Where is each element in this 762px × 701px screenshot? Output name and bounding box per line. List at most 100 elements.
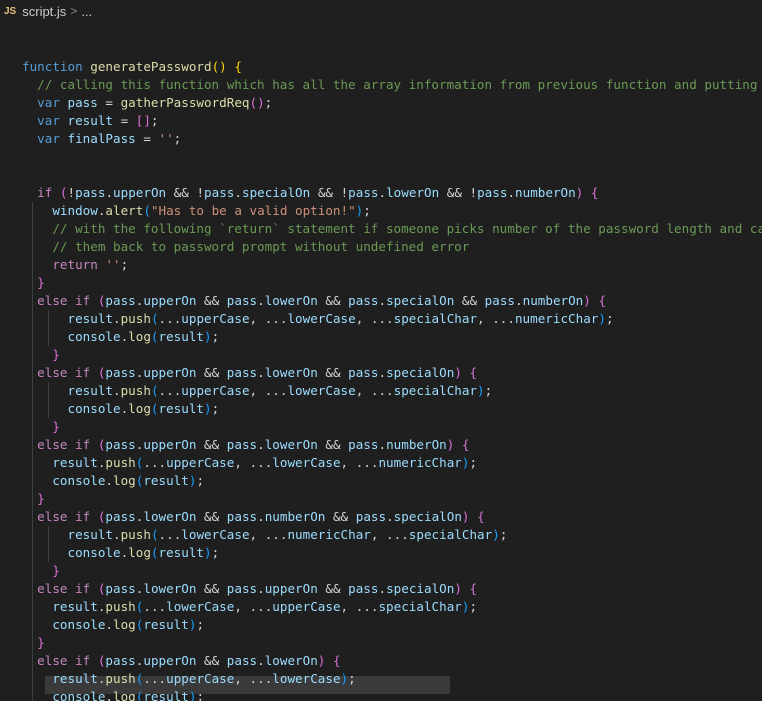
code-token: var xyxy=(22,131,68,146)
code-token: && xyxy=(317,581,349,596)
code-token: ; xyxy=(120,257,129,272)
code-token: ) xyxy=(204,329,212,344)
code-token: () { xyxy=(211,59,242,74)
code-line[interactable]: } xyxy=(0,490,762,508)
code-token: console xyxy=(22,329,121,344)
code-line[interactable]: console.log(result); xyxy=(0,544,762,562)
code-token: result xyxy=(158,545,205,560)
code-line[interactable]: // calling this function which has all t… xyxy=(0,76,762,94)
code-token: window xyxy=(22,203,98,218)
code-line[interactable]: else if (pass.upperOn && pass.lowerOn &&… xyxy=(0,436,762,454)
code-line[interactable]: console.log(result); xyxy=(0,328,762,346)
code-line[interactable]: var pass = gatherPasswordReq(); xyxy=(0,94,762,112)
code-token: && xyxy=(317,293,349,308)
code-line[interactable] xyxy=(0,166,762,184)
code-token: && xyxy=(196,509,227,524)
code-token: = xyxy=(97,95,121,110)
code-line[interactable]: else if (pass.upperOn && pass.lowerOn) { xyxy=(0,652,762,670)
code-line[interactable]: result.push(...lowerCase, ...numericChar… xyxy=(0,526,762,544)
code-line[interactable] xyxy=(0,148,762,166)
code-token: . xyxy=(257,509,265,524)
code-token: alert xyxy=(105,203,144,218)
code-line[interactable] xyxy=(0,40,762,58)
code-token: && ! xyxy=(439,185,478,200)
code-token: pass xyxy=(105,437,136,452)
code-line[interactable]: // with the following `return` statement… xyxy=(0,220,762,238)
code-line[interactable]: if (!pass.upperOn && !pass.specialOn && … xyxy=(0,184,762,202)
code-token: ) xyxy=(204,401,212,416)
code-line[interactable]: var finalPass = ''; xyxy=(0,130,762,148)
code-line[interactable]: function generatePassword() { xyxy=(0,58,762,76)
code-token: lowerOn xyxy=(264,653,318,668)
code-token: ; xyxy=(196,473,205,488)
code-line[interactable]: result.push(...lowerCase, ...upperCase, … xyxy=(0,598,762,616)
indent-guide xyxy=(48,526,49,562)
code-token: // with the following `return` statement… xyxy=(22,221,762,236)
code-token: numericChar xyxy=(378,455,462,470)
code-line[interactable]: result.push(...upperCase, ...lowerCase, … xyxy=(0,382,762,400)
indent-guide xyxy=(32,202,33,701)
code-line[interactable]: } xyxy=(0,562,762,580)
code-token: } xyxy=(22,635,45,650)
code-token: '' xyxy=(105,257,121,272)
code-token: lowerOn xyxy=(264,293,318,308)
code-token: else if xyxy=(22,653,98,668)
code-line[interactable]: console.log(result); xyxy=(0,400,762,418)
code-line[interactable]: else if (pass.lowerOn && pass.numberOn &… xyxy=(0,508,762,526)
code-line[interactable]: window.alert("Has to be a valid option!"… xyxy=(0,202,762,220)
code-line[interactable]: } xyxy=(0,346,762,364)
code-line[interactable]: else if (pass.lowerOn && pass.upperOn &&… xyxy=(0,580,762,598)
code-line[interactable]: console.log(result); xyxy=(0,688,762,701)
code-token: pass xyxy=(75,185,106,200)
code-token: , ... xyxy=(249,383,288,398)
code-token: log xyxy=(113,473,136,488)
code-line[interactable]: console.log(result); xyxy=(0,472,762,490)
code-line[interactable]: result.push(...upperCase, ...lowerCase); xyxy=(0,670,762,688)
code-token: ; xyxy=(469,455,478,470)
code-token: , ... xyxy=(234,671,273,686)
code-editor[interactable]: function generatePassword() { // calling… xyxy=(0,22,762,701)
code-line[interactable]: } xyxy=(0,634,762,652)
code-token: push xyxy=(120,311,151,326)
code-token: pass xyxy=(477,185,508,200)
code-line[interactable] xyxy=(0,22,762,40)
code-token: ; xyxy=(484,383,493,398)
code-token: } xyxy=(22,491,45,506)
code-line[interactable]: // them back to password prompt without … xyxy=(0,238,762,256)
code-token: && xyxy=(317,365,349,380)
code-line[interactable]: var result = []; xyxy=(0,112,762,130)
code-token: ... xyxy=(143,455,167,470)
code-token: pass xyxy=(226,437,258,452)
code-token: . xyxy=(257,653,265,668)
code-token: . xyxy=(386,509,394,524)
code-token: , ... xyxy=(340,599,379,614)
code-token: lowerOn xyxy=(386,185,440,200)
code-token: ) xyxy=(598,311,606,326)
code-token: , ... xyxy=(249,527,288,542)
code-token: pass xyxy=(105,293,136,308)
code-line[interactable]: } xyxy=(0,418,762,436)
code-line[interactable]: result.push(...upperCase, ...lowerCase, … xyxy=(0,454,762,472)
code-token: generatePassword xyxy=(90,59,212,74)
code-token: lowerCase xyxy=(272,671,341,686)
breadcrumb-symbol[interactable]: ... xyxy=(81,4,92,19)
code-line[interactable]: else if (pass.upperOn && pass.lowerOn &&… xyxy=(0,292,762,310)
code-token: specialOn xyxy=(386,581,455,596)
code-line[interactable]: return ''; xyxy=(0,256,762,274)
code-token: console xyxy=(22,401,121,416)
code-token: { xyxy=(461,365,478,380)
code-token: && xyxy=(196,293,227,308)
code-line[interactable]: } xyxy=(0,274,762,292)
code-token: && xyxy=(325,509,356,524)
code-line[interactable]: else if (pass.upperOn && pass.lowerOn &&… xyxy=(0,364,762,382)
code-token: upperCase xyxy=(181,311,250,326)
code-line[interactable]: console.log(result); xyxy=(0,616,762,634)
code-line[interactable]: result.push(...upperCase, ...lowerCase, … xyxy=(0,310,762,328)
code-token: result xyxy=(22,455,98,470)
breadcrumb-file[interactable]: script.js xyxy=(22,4,66,19)
code-token: && xyxy=(317,437,349,452)
code-token: ( xyxy=(150,329,159,344)
code-token: '' xyxy=(158,131,174,146)
code-token: "Has to be a valid option!" xyxy=(150,203,356,218)
code-token: return xyxy=(22,257,106,272)
